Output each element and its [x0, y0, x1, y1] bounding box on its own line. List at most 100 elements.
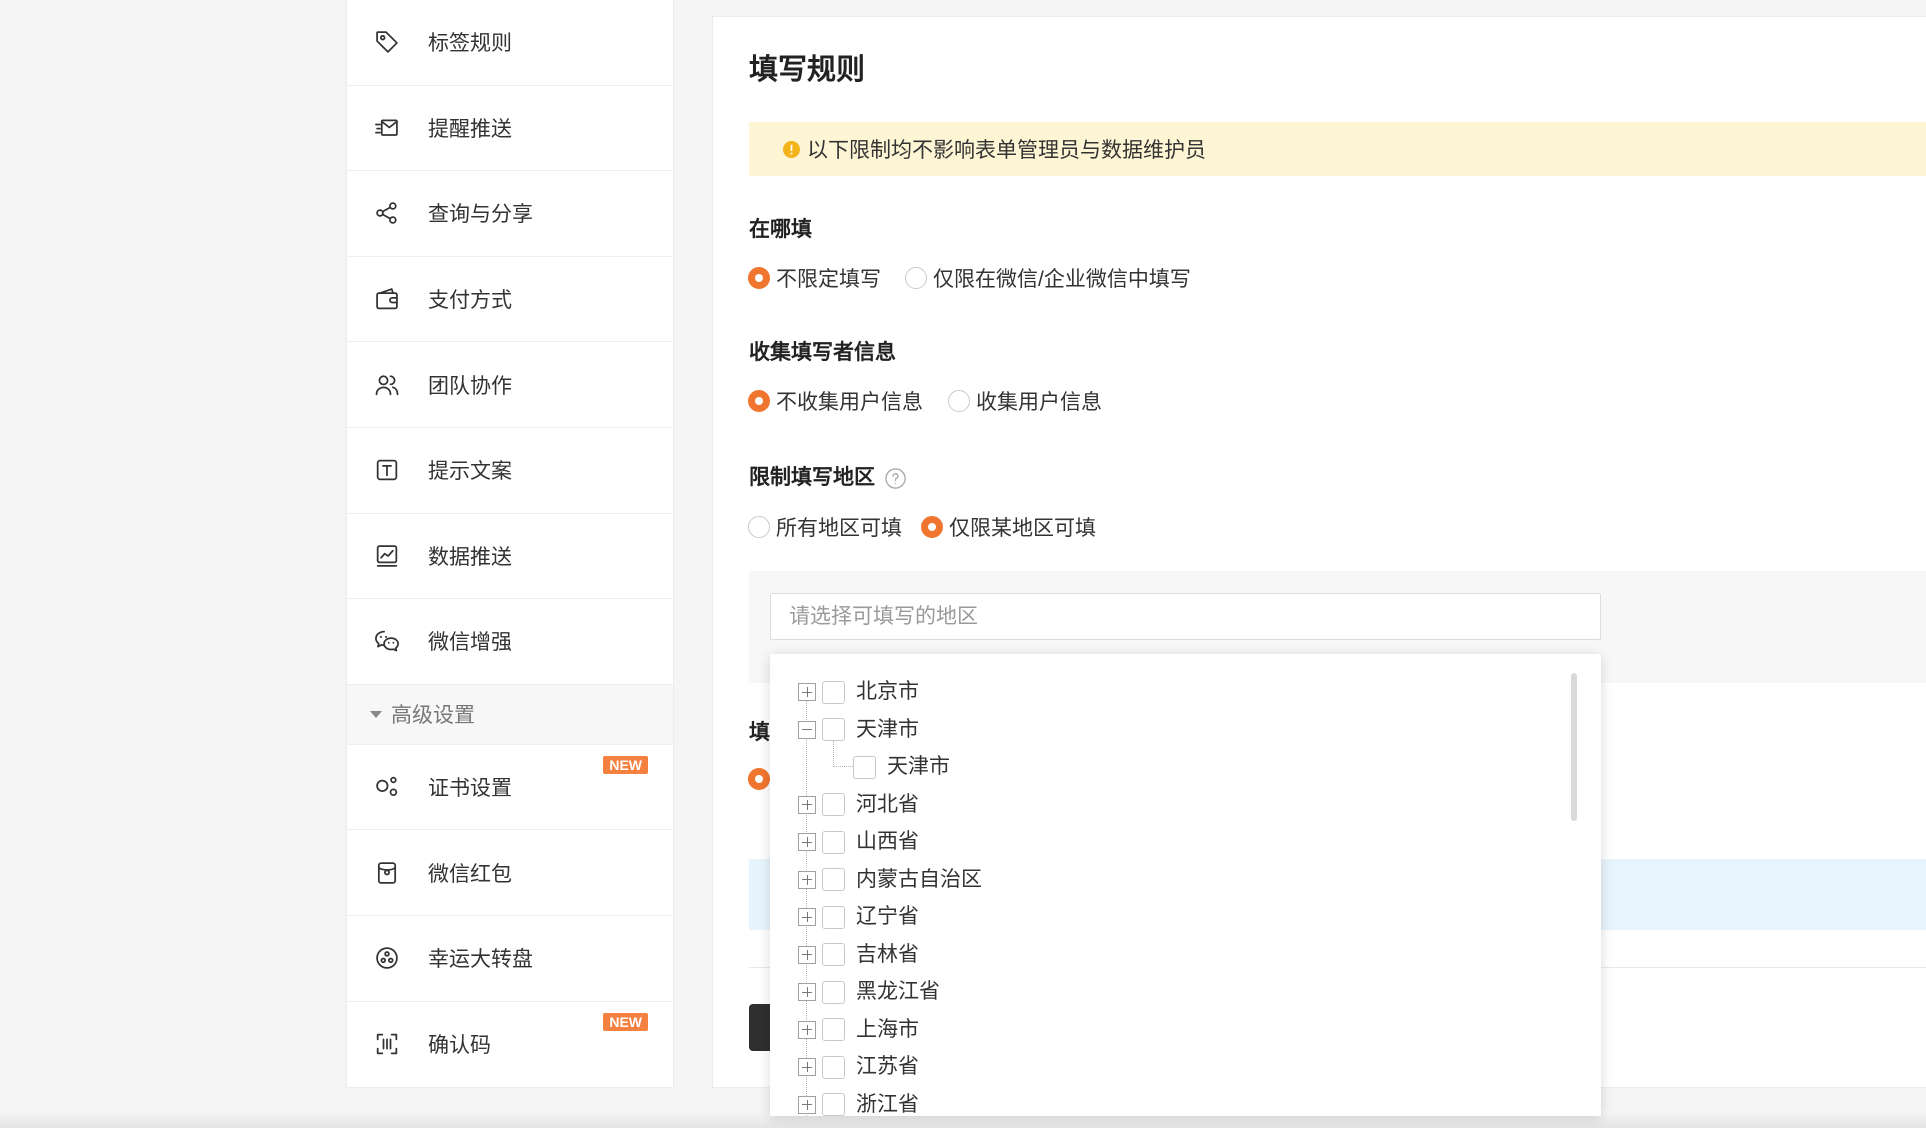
- scan-code-icon: [373, 1030, 401, 1058]
- wechat-icon: [373, 627, 401, 655]
- send-notification-icon: [373, 114, 401, 142]
- expand-toggle[interactable]: [798, 795, 816, 814]
- expand-toggle[interactable]: [798, 1095, 816, 1114]
- sidebar-item-label: 团队协作: [428, 374, 512, 398]
- sidebar-item-lucky-wheel[interactable]: 幸运大转盘: [347, 916, 673, 1002]
- radio-circle[interactable]: [748, 516, 770, 538]
- node-checkbox[interactable]: [822, 1093, 845, 1116]
- sidebar-item-red-envelope[interactable]: 微信红包: [347, 830, 673, 916]
- node-checkbox[interactable]: [822, 868, 845, 892]
- radio-circle[interactable]: [905, 267, 927, 289]
- sidebar-item-query-share[interactable]: 查询与分享: [347, 171, 673, 257]
- tree-node-beijing[interactable]: 北京市: [770, 673, 1550, 711]
- node-checkbox[interactable]: [853, 755, 876, 779]
- radio-circle[interactable]: [921, 516, 943, 538]
- tree-node-liaoning[interactable]: 辽宁省: [770, 898, 1550, 936]
- expand-toggle[interactable]: [798, 983, 816, 1002]
- expand-toggle[interactable]: [798, 833, 816, 852]
- radio-label: 仅限某地区可填: [949, 517, 1096, 540]
- node-checkbox[interactable]: [822, 1018, 845, 1042]
- region-select-input[interactable]: [770, 593, 1601, 640]
- node-label: 天津市: [856, 717, 919, 741]
- sidebar-item-wechat-enhance[interactable]: 微信增强: [347, 599, 673, 685]
- sidebar-item-payment[interactable]: 支付方式: [347, 257, 673, 343]
- radio-option-next[interactable]: [748, 765, 770, 793]
- notice-bar: 以下限制均不影响表单管理员与数据维护员: [749, 122, 1926, 176]
- tree-node-jilin[interactable]: 吉林省: [770, 936, 1550, 974]
- sidebar-item-confirm-code[interactable]: 确认码 NEW: [347, 1002, 673, 1088]
- node-checkbox[interactable]: [822, 943, 845, 967]
- node-checkbox[interactable]: [822, 1055, 845, 1079]
- tree-node-shanxi[interactable]: 山西省: [770, 823, 1550, 861]
- tree-node-jiangsu[interactable]: 江苏省: [770, 1048, 1550, 1086]
- node-checkbox[interactable]: [822, 980, 845, 1004]
- node-checkbox[interactable]: [822, 905, 845, 929]
- radio-circle[interactable]: [748, 390, 770, 412]
- sidebar-item-tag-rules[interactable]: 标签规则: [347, 0, 673, 86]
- node-label: 天津市: [887, 755, 950, 779]
- radio-option-all-regions[interactable]: 所有地区可填: [748, 513, 902, 541]
- section-label-region: 限制填写地区: [749, 464, 907, 492]
- expand-toggle[interactable]: [798, 945, 816, 964]
- sidebar-section-advanced[interactable]: 高级设置: [347, 684, 673, 745]
- sidebar-item-reminder-push[interactable]: 提醒推送: [347, 86, 673, 172]
- section-label-where: 在哪填: [749, 218, 812, 241]
- new-badge: NEW: [603, 1012, 648, 1031]
- team-icon: [373, 371, 401, 399]
- radio-label: 收集用户信息: [976, 391, 1102, 414]
- sidebar-item-label: 数据推送: [428, 545, 512, 569]
- radio-option-wechat-only[interactable]: 仅限在微信/企业微信中填写: [905, 264, 1191, 292]
- red-envelope-icon: [373, 859, 401, 887]
- radio-option-collect[interactable]: 收集用户信息: [948, 387, 1102, 415]
- sidebar-section-label: 高级设置: [391, 704, 475, 728]
- tree-node-heilongjiang[interactable]: 黑龙江省: [770, 973, 1550, 1011]
- page-title: 填写规则: [749, 54, 866, 86]
- tree-node-zhejiang[interactable]: 浙江省: [770, 1086, 1550, 1116]
- new-badge: NEW: [603, 755, 648, 774]
- sidebar-item-label: 确认码: [428, 1034, 491, 1058]
- node-label: 辽宁省: [856, 905, 919, 929]
- expand-toggle[interactable]: [798, 1020, 816, 1039]
- node-label: 山西省: [856, 830, 919, 854]
- node-checkbox[interactable]: [822, 830, 845, 854]
- tree-node-tianjin-city[interactable]: 天津市: [770, 748, 1550, 786]
- sidebar-item-label: 微信增强: [428, 631, 512, 655]
- caret-down-icon: [370, 710, 382, 718]
- fill-rules-panel: 填写规则 以下限制均不影响表单管理员与数据维护员 在哪填 不限定填写 仅限在微信…: [712, 16, 1926, 1116]
- radio-circle[interactable]: [948, 390, 970, 412]
- sidebar-item-label: 微信红包: [428, 862, 512, 886]
- sidebar-item-label: 提醒推送: [428, 117, 512, 141]
- sidebar-item-team[interactable]: 团队协作: [347, 342, 673, 428]
- node-checkbox[interactable]: [822, 718, 845, 742]
- radio-circle[interactable]: [748, 267, 770, 289]
- tree-node-tianjin[interactable]: 天津市: [770, 711, 1550, 749]
- tag-icon: [373, 28, 401, 56]
- expand-toggle[interactable]: [798, 683, 816, 702]
- radio-option-no-collect[interactable]: 不收集用户信息: [748, 387, 923, 415]
- node-checkbox[interactable]: [822, 793, 845, 817]
- radio-circle[interactable]: [748, 768, 770, 790]
- dropdown-scrollbar[interactable]: [1571, 673, 1577, 821]
- radio-group-collect: 不收集用户信息 收集用户信息: [713, 387, 1926, 415]
- sidebar-item-certificate[interactable]: 证书设置 NEW: [347, 745, 673, 831]
- sidebar-item-hint-text[interactable]: 提示文案: [347, 428, 673, 514]
- region-tree-dropdown: 北京市 天津市 天津市 河北省 山西省 内蒙古自治区 辽宁省 吉林省 黑龙江省 …: [770, 654, 1601, 1116]
- expand-toggle[interactable]: [798, 1058, 816, 1077]
- radio-label: 不收集用户信息: [776, 391, 923, 414]
- radio-group-where: 不限定填写 仅限在微信/企业微信中填写: [713, 264, 1926, 292]
- section-label-collect: 收集填写者信息: [749, 341, 896, 364]
- expand-toggle[interactable]: [798, 908, 816, 927]
- radio-option-unrestricted[interactable]: 不限定填写: [748, 264, 881, 292]
- expand-toggle[interactable]: [798, 870, 816, 889]
- settings-sidebar: 标签规则 提醒推送 查询与分享 支付方式 团队协作 提示文案 数据推送 微信增强…: [346, 0, 674, 1088]
- tree-node-shanghai[interactable]: 上海市: [770, 1011, 1550, 1049]
- sidebar-item-label: 幸运大转盘: [428, 948, 533, 972]
- tree-node-inner-mongolia[interactable]: 内蒙古自治区: [770, 861, 1550, 899]
- sidebar-item-label: 支付方式: [428, 289, 512, 313]
- radio-option-specific-region[interactable]: 仅限某地区可填: [921, 513, 1096, 541]
- collapse-toggle[interactable]: [798, 720, 816, 739]
- node-checkbox[interactable]: [822, 680, 845, 704]
- question-icon[interactable]: [884, 467, 907, 490]
- tree-node-hebei[interactable]: 河北省: [770, 786, 1550, 824]
- sidebar-item-data-push[interactable]: 数据推送: [347, 514, 673, 600]
